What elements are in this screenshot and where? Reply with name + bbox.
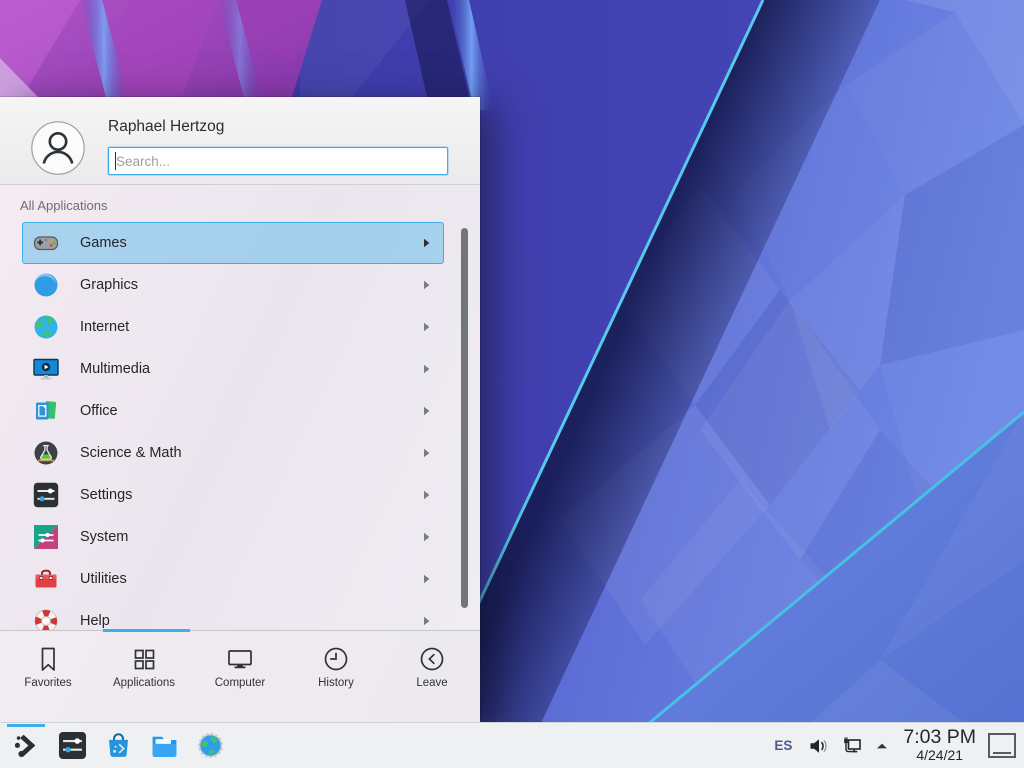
submenu-arrow-icon	[423, 616, 431, 626]
settings-icon	[32, 481, 60, 509]
submenu-arrow-icon	[423, 322, 431, 332]
settings-icon	[57, 730, 88, 761]
category-list: Games Graphics Internet Multimedia Office Sci…	[22, 222, 444, 630]
submenu-arrow-icon	[423, 574, 431, 584]
tab-label: Leave	[416, 677, 447, 689]
clock-time: 7:03 PM	[903, 727, 976, 748]
system-tray: ES	[765, 723, 1022, 768]
category-science-math[interactable]: Science & Math	[22, 432, 444, 474]
category-internet[interactable]: Internet	[22, 306, 444, 348]
tab-leave[interactable]: Leave	[384, 631, 480, 722]
user-name: Raphael Hertzog	[108, 118, 224, 136]
browser-icon	[195, 730, 226, 761]
category-label: System	[80, 529, 128, 545]
active-tab-indicator	[103, 629, 190, 632]
tab-label: Favorites	[24, 677, 71, 689]
system-settings-button[interactable]	[49, 723, 95, 768]
tab-label: Computer	[215, 677, 266, 689]
taskbar-apps	[3, 723, 233, 768]
science-icon	[32, 439, 60, 467]
category-label: Office	[80, 403, 118, 419]
office-icon	[32, 397, 60, 425]
submenu-arrow-icon	[423, 238, 431, 248]
show-desktop-button[interactable]	[988, 733, 1016, 758]
expand-tray-icon[interactable]	[874, 738, 890, 754]
tab-history[interactable]: History	[288, 631, 384, 722]
launcher-content: All Applications Games Graphics Internet Mu…	[0, 185, 480, 630]
file-manager-button[interactable]	[141, 723, 187, 768]
computer-icon	[225, 644, 255, 674]
discover-button[interactable]	[95, 723, 141, 768]
text-caret	[115, 152, 116, 170]
multimedia-icon	[32, 355, 60, 383]
kde-launcher-icon	[11, 730, 42, 761]
submenu-arrow-icon	[423, 280, 431, 290]
application-launcher-button[interactable]	[3, 723, 49, 768]
bookmark-icon	[33, 644, 63, 674]
category-label: Games	[80, 235, 127, 251]
category-multimedia[interactable]: Multimedia	[22, 348, 444, 390]
grid-icon	[129, 644, 159, 674]
help-icon	[32, 607, 60, 630]
category-label: Science & Math	[80, 445, 182, 461]
category-settings[interactable]: Settings	[22, 474, 444, 516]
user-avatar-icon[interactable]	[31, 121, 85, 175]
scrollbar-thumb[interactable]	[461, 228, 468, 608]
tab-favorites[interactable]: Favorites	[0, 631, 96, 722]
tab-label: Applications	[113, 677, 175, 689]
volume-icon[interactable]	[807, 735, 829, 757]
utilities-icon	[32, 565, 60, 593]
tab-applications[interactable]: Applications	[96, 631, 192, 722]
submenu-arrow-icon	[423, 406, 431, 416]
category-label: Internet	[80, 319, 129, 335]
search-box	[108, 147, 448, 175]
category-label: Multimedia	[80, 361, 150, 377]
network-icon[interactable]	[841, 735, 863, 757]
category-system[interactable]: System	[22, 516, 444, 558]
clock-date: 4/24/21	[903, 748, 976, 763]
discover-icon	[103, 730, 134, 761]
launcher-footer: Favorites Applications Computer History Leav…	[0, 630, 480, 722]
category-games[interactable]: Games	[22, 222, 444, 264]
search-input[interactable]	[109, 148, 447, 174]
history-icon	[321, 644, 351, 674]
digital-clock[interactable]: 7:03 PM 4/24/21	[903, 727, 976, 763]
tab-label: History	[318, 677, 354, 689]
category-utilities[interactable]: Utilities	[22, 558, 444, 600]
globe-icon	[32, 313, 60, 341]
category-office[interactable]: Office	[22, 390, 444, 432]
category-label: Settings	[80, 487, 132, 503]
desktop: Raphael Hertzog All Applications Games Gr…	[0, 0, 1024, 768]
sphere-icon	[32, 271, 60, 299]
web-browser-button[interactable]	[187, 723, 233, 768]
submenu-arrow-icon	[423, 364, 431, 374]
taskbar: ES	[0, 722, 1024, 768]
submenu-arrow-icon	[423, 532, 431, 542]
folder-icon	[149, 730, 180, 761]
submenu-arrow-icon	[423, 448, 431, 458]
tab-computer[interactable]: Computer	[192, 631, 288, 722]
section-label: All Applications	[20, 198, 107, 213]
category-graphics[interactable]: Graphics	[22, 264, 444, 306]
footer-tabs: Favorites Applications Computer History Leav…	[0, 631, 480, 722]
category-help[interactable]: Help	[22, 600, 444, 630]
category-label: Utilities	[80, 571, 127, 587]
system-icon	[32, 523, 60, 551]
launcher-header: Raphael Hertzog	[0, 97, 480, 185]
category-label: Help	[80, 613, 110, 629]
submenu-arrow-icon	[423, 490, 431, 500]
gamepad-icon	[32, 229, 60, 257]
application-launcher-popup: Raphael Hertzog All Applications Games Gr…	[0, 97, 480, 722]
leave-icon	[417, 644, 447, 674]
keyboard-layout-indicator[interactable]: ES	[765, 738, 801, 753]
category-label: Graphics	[80, 277, 138, 293]
